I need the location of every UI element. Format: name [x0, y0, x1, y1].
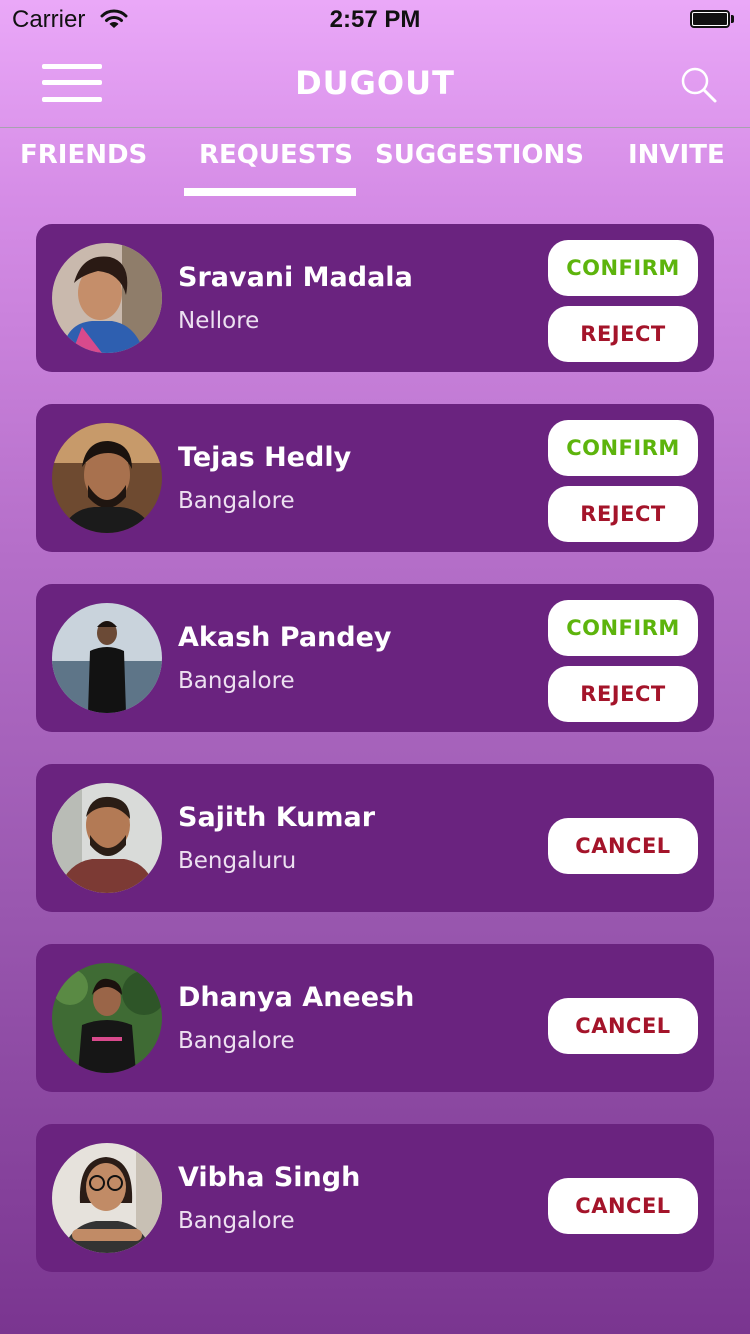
request-card: Vibha Singh Bangalore CANCEL	[36, 1124, 714, 1272]
avatar	[52, 603, 162, 713]
tab-requests[interactable]: REQUESTS	[199, 140, 353, 170]
avatar	[52, 783, 162, 893]
reject-button[interactable]: REJECT	[548, 486, 698, 542]
active-tab-indicator	[184, 188, 356, 196]
request-city: Bangalore	[178, 668, 295, 694]
request-city: Bangalore	[178, 488, 295, 514]
cancel-button[interactable]: CANCEL	[548, 1178, 698, 1234]
status-bar: Carrier 2:57 PM	[0, 0, 750, 40]
request-card: Tejas Hedly Bangalore CONFIRM REJECT	[36, 404, 714, 552]
request-city: Nellore	[178, 308, 260, 334]
request-name: Sajith Kumar	[178, 802, 376, 833]
request-city: Bengaluru	[178, 848, 297, 874]
reject-button[interactable]: REJECT	[548, 306, 698, 362]
cancel-button[interactable]: CANCEL	[548, 818, 698, 874]
search-icon[interactable]	[680, 66, 718, 104]
request-card: Akash Pandey Bangalore CONFIRM REJECT	[36, 584, 714, 732]
request-city: Bangalore	[178, 1208, 295, 1234]
avatar	[52, 243, 162, 353]
request-name: Sravani Madala	[178, 262, 413, 293]
confirm-button[interactable]: CONFIRM	[548, 240, 698, 296]
tab-suggestions[interactable]: SUGGESTIONS	[375, 140, 584, 170]
avatar	[52, 1143, 162, 1253]
avatar	[52, 963, 162, 1073]
tab-bar: FRIENDS REQUESTS SUGGESTIONS INVITE	[0, 128, 750, 200]
avatar	[52, 423, 162, 533]
confirm-button[interactable]: CONFIRM	[548, 600, 698, 656]
request-name: Dhanya Aneesh	[178, 982, 415, 1013]
battery-icon	[690, 10, 736, 30]
request-city: Bangalore	[178, 1028, 295, 1054]
reject-button[interactable]: REJECT	[548, 666, 698, 722]
navigation-bar: DUGOUT	[0, 40, 750, 128]
request-card: Sajith Kumar Bengaluru CANCEL	[36, 764, 714, 912]
tab-friends[interactable]: FRIENDS	[20, 140, 147, 170]
cancel-button[interactable]: CANCEL	[548, 998, 698, 1054]
request-name: Akash Pandey	[178, 622, 392, 653]
request-name: Vibha Singh	[178, 1162, 361, 1193]
request-name: Tejas Hedly	[178, 442, 352, 473]
app-title: DUGOUT	[295, 64, 455, 102]
confirm-button[interactable]: CONFIRM	[548, 420, 698, 476]
request-card: Dhanya Aneesh Bangalore CANCEL	[36, 944, 714, 1092]
status-time: 2:57 PM	[329, 6, 421, 33]
request-card: Sravani Madala Nellore CONFIRM REJECT	[36, 224, 714, 372]
tab-invite[interactable]: INVITE	[628, 140, 725, 170]
